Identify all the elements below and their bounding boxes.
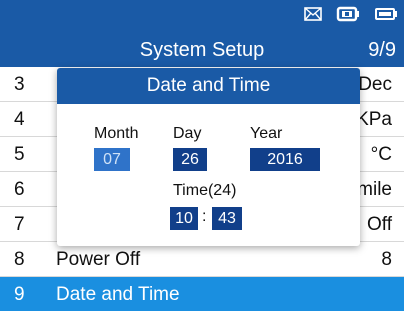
year-field[interactable]: 2016 (250, 148, 320, 171)
menu-row-8[interactable]: 8 Power Off 8 (0, 242, 404, 277)
day-field[interactable]: 26 (173, 148, 207, 171)
row-number: 3 (14, 74, 25, 95)
month-label: Month (94, 125, 139, 142)
row-value: 8 (381, 249, 392, 270)
time-separator: : (202, 208, 207, 225)
date-time-dialog: Date and Time Month Day Year 07 26 2016 … (57, 68, 360, 246)
row-number: 5 (14, 144, 25, 165)
status-bar (0, 0, 404, 32)
row-label: Date and Time (56, 284, 180, 305)
row-value: KPa (356, 109, 392, 130)
row-label: Power Off (56, 249, 141, 270)
battery-charge-icon (336, 6, 360, 27)
row-number: 4 (14, 109, 25, 130)
title-bar: System Setup 9/9 (0, 32, 404, 67)
row-value: Dec (358, 74, 392, 95)
month-field[interactable]: 07 (94, 148, 130, 171)
row-value: Off (367, 214, 392, 235)
row-number: 8 (14, 249, 25, 270)
page-title: System Setup (139, 39, 265, 61)
page-indicator: 9/9 (368, 39, 396, 61)
year-label: Year (250, 125, 283, 142)
row-number: 9 (14, 284, 25, 305)
mail-icon (304, 6, 322, 26)
row-value: °C (370, 144, 392, 165)
menu-row-9[interactable]: 9 Date and Time (0, 277, 404, 311)
minute-field[interactable]: 43 (212, 207, 242, 230)
time-label: Time(24) (173, 182, 237, 199)
row-value: mile (357, 179, 392, 200)
status-icons (304, 6, 398, 26)
dialog-title: Date and Time (57, 68, 360, 104)
row-number: 7 (14, 214, 25, 235)
hour-field[interactable]: 10 (170, 207, 198, 230)
battery-icon (374, 7, 398, 26)
day-label: Day (173, 125, 202, 142)
row-number: 6 (14, 179, 25, 200)
